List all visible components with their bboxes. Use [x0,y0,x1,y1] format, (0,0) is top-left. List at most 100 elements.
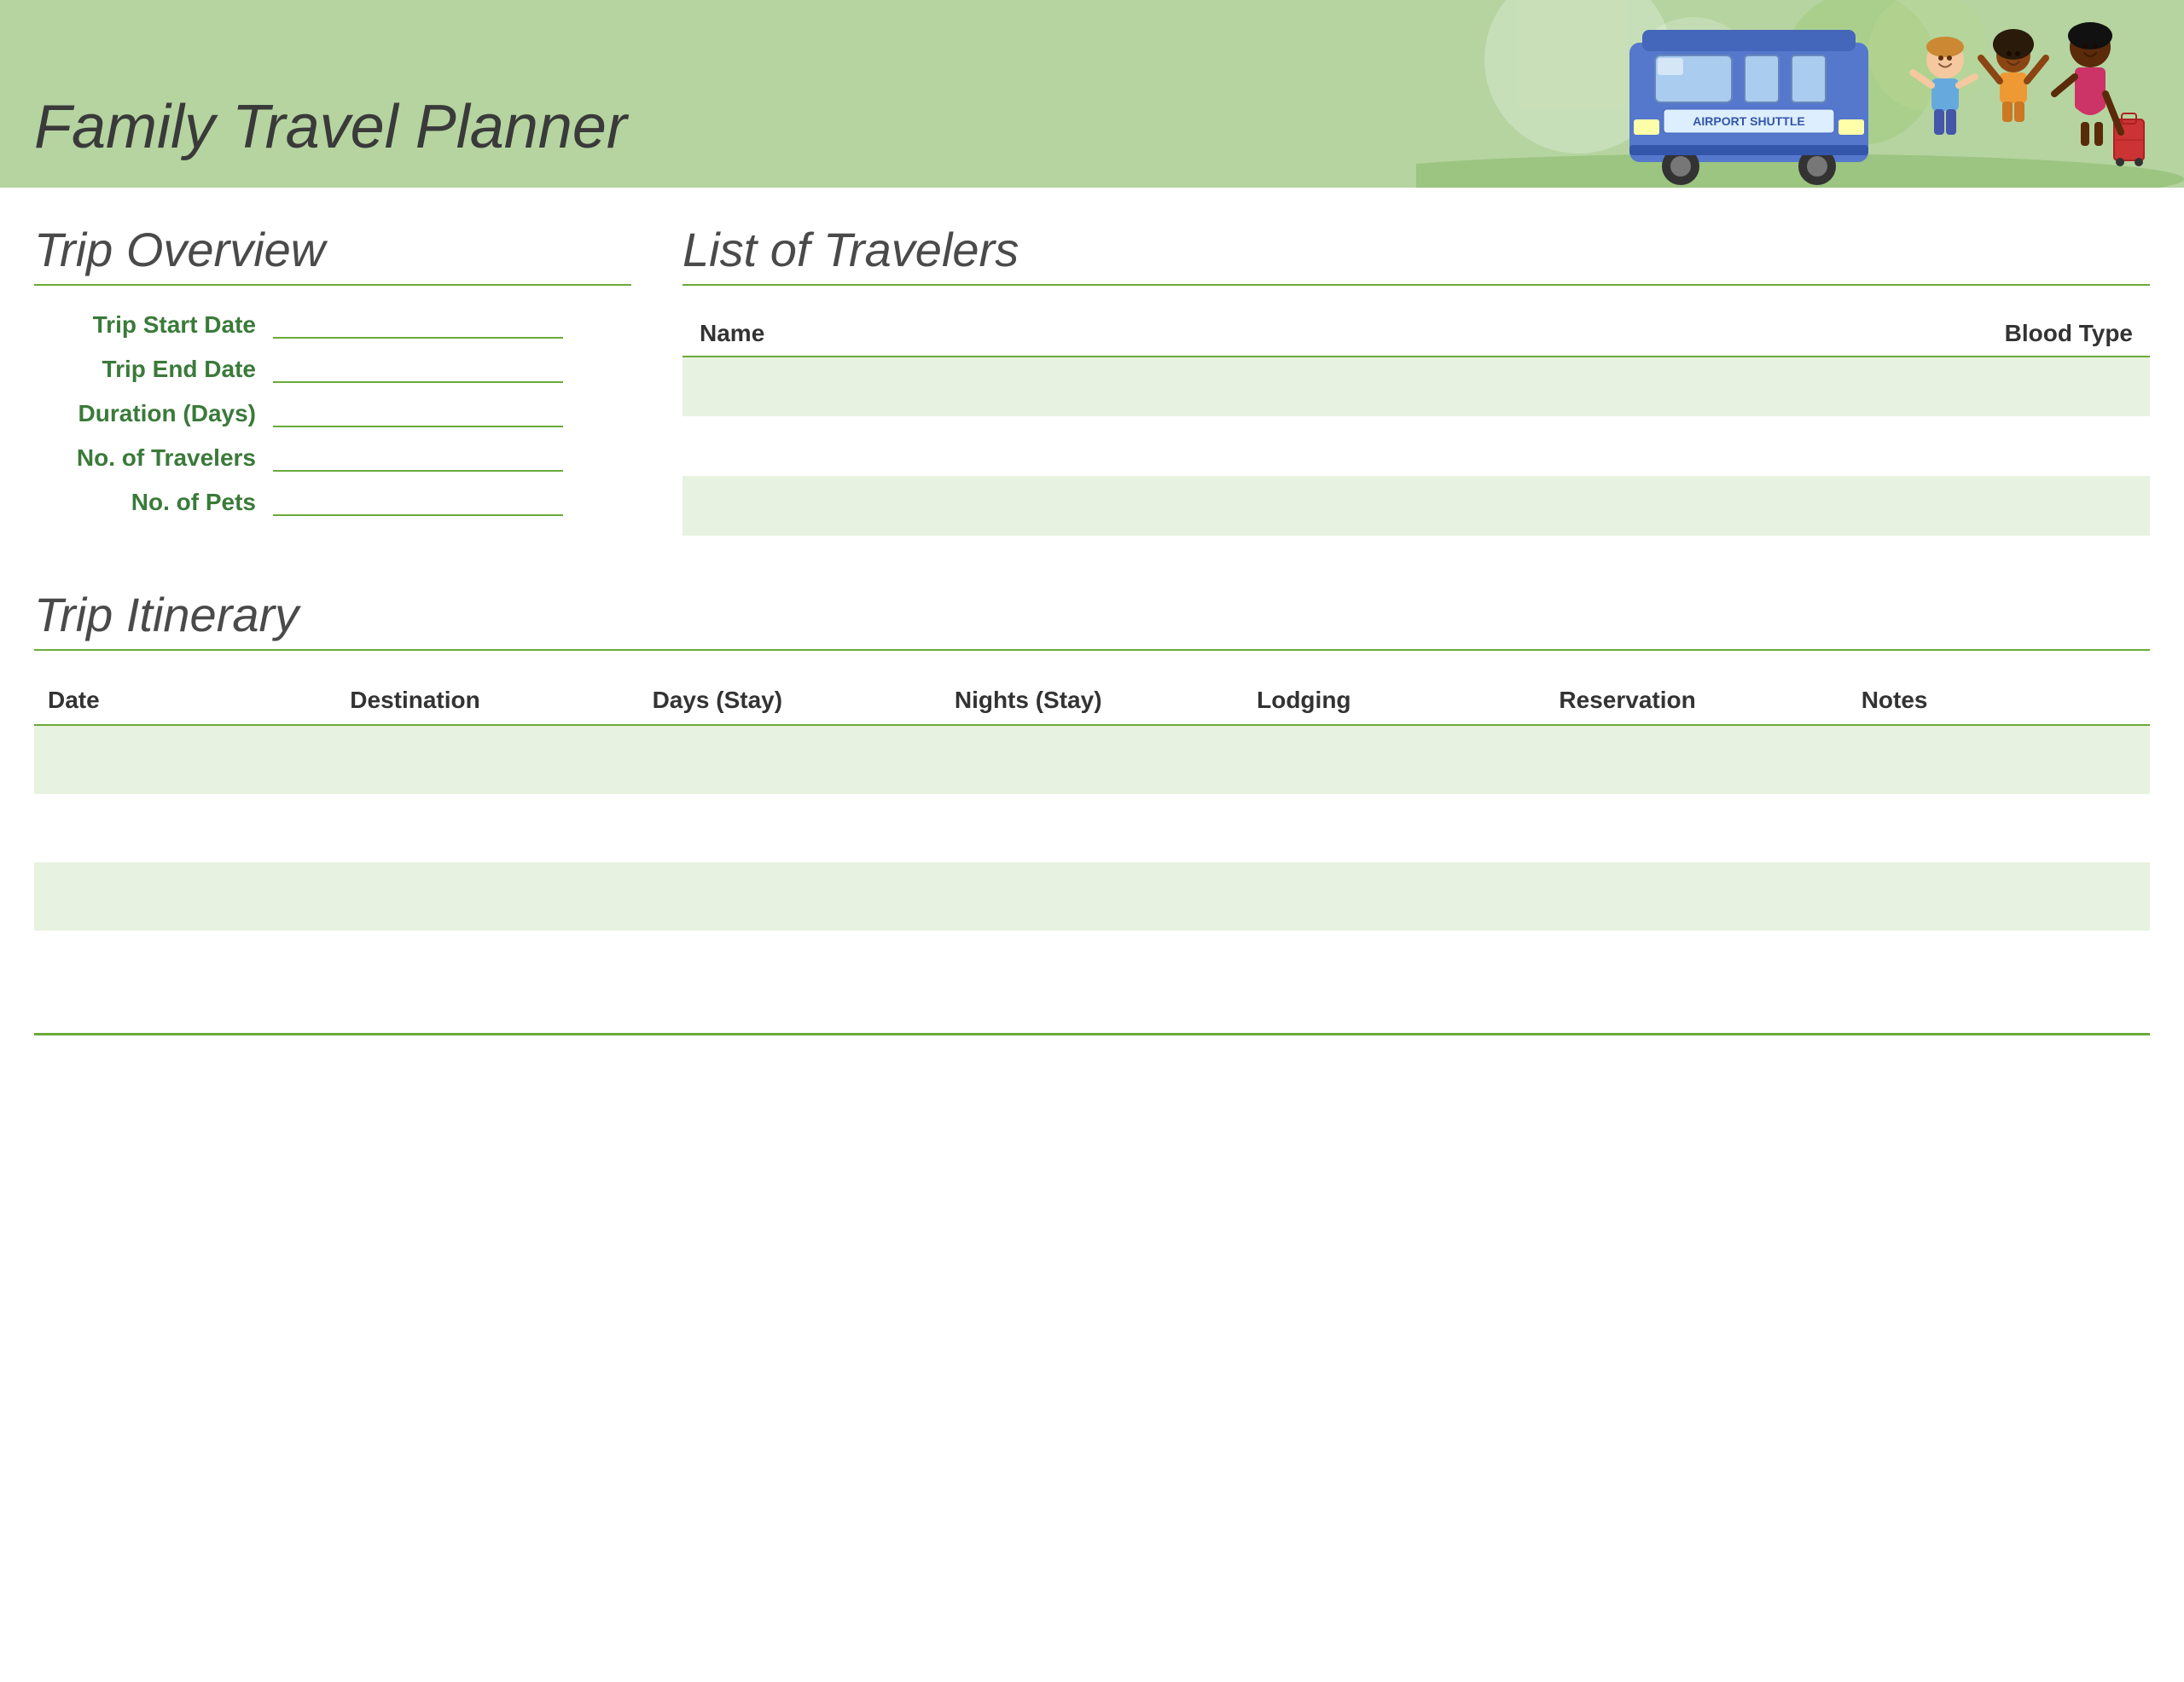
trip-overview-section: Trip Overview Trip Start Date Trip End D… [34,222,631,536]
itinerary-2-date-input[interactable] [34,794,336,862]
itinerary-notes-cell[interactable] [1848,794,2150,862]
itinerary-1-lodging-input[interactable] [1243,726,1545,794]
itinerary-3-reservation-input[interactable] [1545,862,1847,931]
traveler-blood-cell[interactable] [1416,416,2150,476]
itinerary-date-cell[interactable] [34,862,336,931]
duration-days-label: Duration (Days) [34,400,273,427]
itinerary-lodging-cell[interactable] [1243,794,1545,862]
itinerary-lodging-cell[interactable] [1243,862,1545,931]
itinerary-3-lodging-input[interactable] [1243,862,1545,931]
itinerary-nights-cell[interactable] [941,794,1243,862]
itinerary-title: Trip Itinerary [34,587,2150,642]
itinerary-header-row: Date Destination Days (Stay) Nights (Sta… [34,676,2150,725]
top-section: Trip Overview Trip Start Date Trip End D… [34,222,2150,536]
travelers-title: List of Travelers [682,222,2150,277]
traveler-name-cell[interactable] [682,476,1416,536]
trip-start-date-input[interactable] [273,311,563,339]
itinerary-col-notes: Notes [1848,676,2150,725]
trip-start-date-field: Trip Start Date [34,311,631,339]
no-travelers-label: No. of Travelers [34,444,273,472]
svg-text:AIRPORT SHUTTLE: AIRPORT SHUTTLE [1693,114,1804,128]
itinerary-nights-cell[interactable] [941,931,1243,999]
itinerary-lodging-cell[interactable] [1243,725,1545,794]
itinerary-lodging-cell[interactable] [1243,931,1545,999]
trip-start-date-label: Trip Start Date [34,311,273,339]
traveler-1-name-input[interactable] [682,357,1416,416]
itinerary-dest-cell[interactable] [336,725,638,794]
no-pets-field: No. of Pets [34,489,631,516]
itinerary-4-date-input[interactable] [34,931,336,999]
traveler-2-name-input[interactable] [682,416,1416,476]
itinerary-4-dest-input[interactable] [336,931,638,999]
itinerary-date-cell[interactable] [34,794,336,862]
itinerary-dest-cell[interactable] [336,931,638,999]
trip-end-date-input[interactable] [273,356,563,383]
itinerary-4-lodging-input[interactable] [1243,931,1545,999]
traveler-3-blood-input[interactable] [1416,476,2150,536]
itinerary-days-cell[interactable] [639,794,941,862]
itinerary-dest-cell[interactable] [336,862,638,931]
traveler-row [682,416,2150,476]
itinerary-days-cell[interactable] [639,725,941,794]
itinerary-row [34,931,2150,999]
traveler-3-name-input[interactable] [682,476,1416,536]
no-travelers-input[interactable] [273,444,563,472]
itinerary-2-dest-input[interactable] [336,794,638,862]
itinerary-4-reservation-input[interactable] [1545,931,1847,999]
traveler-1-blood-input[interactable] [1416,357,2150,416]
itinerary-1-dest-input[interactable] [336,726,638,794]
itinerary-4-notes-input[interactable] [1848,931,2150,999]
traveler-name-cell[interactable] [682,416,1416,476]
itinerary-2-days-input[interactable] [639,794,941,862]
itinerary-3-days-input[interactable] [639,862,941,931]
trip-end-date-label: Trip End Date [34,356,273,383]
itinerary-nights-cell[interactable] [941,862,1243,931]
itinerary-2-notes-input[interactable] [1848,794,2150,862]
itinerary-2-lodging-input[interactable] [1243,794,1545,862]
itinerary-1-notes-input[interactable] [1848,726,2150,794]
traveler-name-cell[interactable] [682,357,1416,416]
itinerary-4-nights-input[interactable] [941,931,1243,999]
itinerary-1-reservation-input[interactable] [1545,726,1847,794]
itinerary-date-cell[interactable] [34,725,336,794]
itinerary-col-lodging: Lodging [1243,676,1545,725]
itinerary-days-cell[interactable] [639,862,941,931]
traveler-2-blood-input[interactable] [1416,416,2150,476]
itinerary-4-days-input[interactable] [639,931,941,999]
trip-end-date-field: Trip End Date [34,356,631,383]
traveler-blood-cell[interactable] [1416,357,2150,416]
travelers-section: List of Travelers Name Blood Type [682,222,2150,536]
itinerary-nights-cell[interactable] [941,725,1243,794]
itinerary-reservation-cell[interactable] [1545,794,1847,862]
itinerary-1-days-input[interactable] [639,726,941,794]
itinerary-reservation-cell[interactable] [1545,931,1847,999]
itinerary-section: Trip Itinerary Date Destination Days (St… [34,587,2150,999]
itinerary-reservation-cell[interactable] [1545,725,1847,794]
itinerary-3-date-input[interactable] [34,862,336,931]
travelers-table: Name Blood Type [682,311,2150,536]
itinerary-3-notes-input[interactable] [1848,862,2150,931]
app-title: Family Travel Planner [34,92,627,162]
itinerary-3-dest-input[interactable] [336,862,638,931]
itinerary-2-reservation-input[interactable] [1545,794,1847,862]
itinerary-3-nights-input[interactable] [941,862,1243,931]
itinerary-1-date-input[interactable] [34,726,336,794]
itinerary-divider [34,649,2150,651]
itinerary-2-nights-input[interactable] [941,794,1243,862]
itinerary-reservation-cell[interactable] [1545,862,1847,931]
itinerary-notes-cell[interactable] [1848,725,2150,794]
itinerary-notes-cell[interactable] [1848,862,2150,931]
itinerary-col-reservation: Reservation [1545,676,1847,725]
itinerary-date-cell[interactable] [34,931,336,999]
itinerary-1-nights-input[interactable] [941,726,1243,794]
itinerary-days-cell[interactable] [639,931,941,999]
traveler-blood-cell[interactable] [1416,476,2150,536]
travelers-col-name: Name [682,311,1416,357]
travelers-header-row: Name Blood Type [682,311,2150,357]
itinerary-col-destination: Destination [336,676,638,725]
itinerary-notes-cell[interactable] [1848,931,2150,999]
itinerary-dest-cell[interactable] [336,794,638,862]
main-content: Trip Overview Trip Start Date Trip End D… [0,188,2184,1070]
no-pets-input[interactable] [273,489,563,516]
duration-days-input[interactable] [273,400,563,427]
